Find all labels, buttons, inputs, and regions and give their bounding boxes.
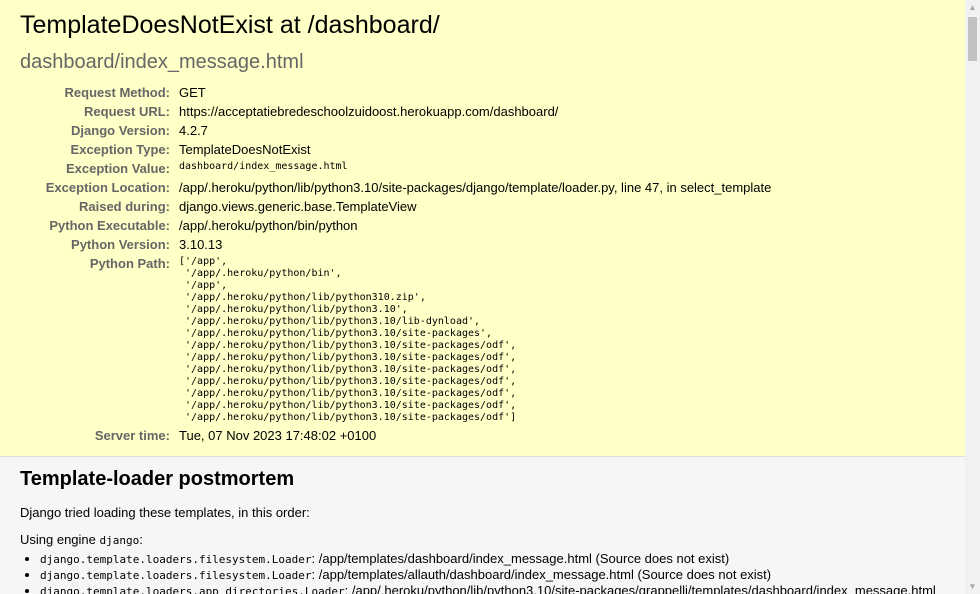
meta-value: TemplateDoesNotExist — [179, 142, 311, 157]
list-item: django.template.loaders.filesystem.Loade… — [40, 567, 945, 583]
meta-value: dashboard/index_message.html — [179, 159, 771, 178]
meta-value: 3.10.13 — [179, 237, 223, 252]
engine-name: django — [99, 534, 140, 547]
meta-value: django.views.generic.base.TemplateView — [179, 199, 417, 214]
request-meta-table: Request Method: GET Request URL: https:/… — [20, 83, 772, 445]
meta-label: Django Version: — [71, 123, 170, 138]
engine-line: Using engine django: — [20, 532, 945, 549]
meta-value: /app/.heroku/python/lib/python3.10/site-… — [179, 180, 772, 195]
vertical-scrollbar[interactable]: ▲ ▼ — [965, 0, 980, 594]
scrollbar-thumb[interactable] — [968, 17, 977, 61]
meta-row-exception-type: Exception Type: TemplateDoesNotExist — [20, 140, 771, 159]
meta-row-python-path: Python Path: ['/app', '/app/.heroku/pyth… — [20, 254, 771, 426]
list-item: django.template.loaders.app_directories.… — [40, 583, 945, 594]
list-item: django.template.loaders.filesystem.Loade… — [40, 551, 945, 567]
scroll-down-icon[interactable]: ▼ — [965, 579, 980, 594]
meta-label: Request URL: — [84, 104, 170, 119]
template-postmortem-section: Template-loader postmortem Django tried … — [0, 457, 965, 594]
meta-value: Tue, 07 Nov 2023 17:48:02 +0100 — [179, 428, 377, 443]
error-page: TemplateDoesNotExist at /dashboard/ dash… — [0, 0, 965, 594]
meta-label: Server time: — [94, 428, 170, 443]
page-title: TemplateDoesNotExist at /dashboard/ — [20, 11, 440, 39]
python-path-text: ['/app', '/app/.heroku/python/bin', '/ap… — [179, 256, 517, 423]
loader-path: : /app/templates/dashboard/index_message… — [311, 551, 730, 566]
meta-row-python-executable: Python Executable: /app/.heroku/python/b… — [20, 216, 771, 235]
loader-name: django.template.loaders.filesystem.Loade… — [40, 569, 312, 582]
meta-label: Request Method: — [64, 85, 170, 100]
loader-path: : /app/.heroku/python/lib/python3.10/sit… — [344, 583, 936, 594]
meta-value: https://acceptatiebredeschoolzuidoost.he… — [179, 104, 559, 119]
meta-row-django-version: Django Version: 4.2.7 — [20, 121, 771, 140]
loader-name: django.template.loaders.app_directories.… — [40, 585, 345, 594]
meta-label: Exception Location: — [45, 180, 170, 195]
meta-label: Raised during: — [78, 199, 170, 214]
engine-prefix: Using engine — [20, 532, 100, 547]
meta-row-python-version: Python Version: 3.10.13 — [20, 235, 771, 254]
meta-value: ['/app', '/app/.heroku/python/bin', '/ap… — [179, 254, 771, 426]
error-summary: TemplateDoesNotExist at /dashboard/ dash… — [0, 0, 965, 457]
exception-subtitle: dashboard/index_message.html — [20, 51, 304, 73]
loader-path: : /app/templates/allauth/dashboard/index… — [311, 567, 772, 582]
meta-row-request-url: Request URL: https://acceptatiebredescho… — [20, 102, 771, 121]
meta-label: Exception Value: — [65, 161, 170, 176]
meta-value: 4.2.7 — [179, 123, 208, 138]
scroll-up-icon[interactable]: ▲ — [965, 0, 980, 15]
exception-value-text: dashboard/index_message.html — [179, 161, 348, 172]
meta-label: Python Version: — [71, 237, 170, 252]
loader-name: django.template.loaders.filesystem.Loade… — [40, 553, 312, 566]
meta-row-exception-value: Exception Value: dashboard/index_message… — [20, 159, 771, 178]
meta-label: Python Path: — [89, 256, 170, 271]
meta-row-exception-location: Exception Location: /app/.heroku/python/… — [20, 178, 772, 197]
loader-list: django.template.loaders.filesystem.Loade… — [20, 551, 945, 594]
meta-value: /app/.heroku/python/bin/python — [179, 218, 358, 233]
meta-row-request-method: Request Method: GET — [20, 83, 771, 102]
meta-row-raised-during: Raised during: django.views.generic.base… — [20, 197, 771, 216]
engine-suffix: : — [139, 532, 143, 547]
postmortem-title: Template-loader postmortem — [20, 468, 295, 490]
meta-row-server-time: Server time: Tue, 07 Nov 2023 17:48:02 +… — [20, 426, 771, 445]
meta-label: Exception Type: — [70, 142, 170, 157]
meta-label: Python Executable: — [49, 218, 170, 233]
postmortem-intro: Django tried loading these templates, in… — [20, 505, 310, 520]
meta-value: GET — [179, 85, 206, 100]
